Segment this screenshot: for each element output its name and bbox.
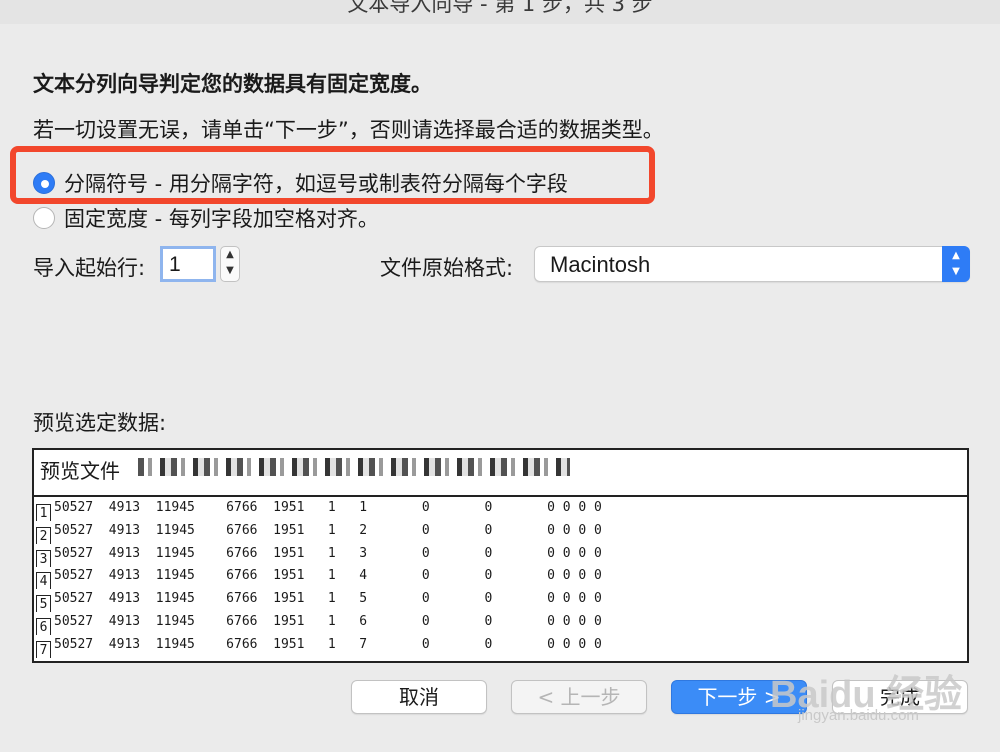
wizard-heading: 文本分列向导判定您的数据具有固定宽度。 <box>33 72 432 96</box>
stepper-up-icon[interactable]: ▲ <box>221 247 239 263</box>
row-text: 50527 4913 11945 6766 1951 1 5 0 0 0 0 0… <box>54 591 602 607</box>
preview-row: 5 50527 4913 11945 6766 1951 1 5 0 0 0 0… <box>34 588 949 613</box>
file-format-value: Macintosh <box>550 252 651 277</box>
row-number: 6 <box>36 617 51 635</box>
preview-file-label: 预览文件 <box>40 459 120 483</box>
watermark-url: jingyan.baidu.com <box>798 707 919 724</box>
preview-row: 2 50527 4913 11945 6766 1951 1 2 0 0 0 0… <box>34 520 949 544</box>
file-format-label: 文件原始格式: <box>380 256 514 280</box>
title-bar: 文本导入向导 - 第 1 步，共 3 步 <box>0 0 1000 24</box>
fixed-width-option[interactable]: 固定宽度 - 每列字段加空格对齐。 <box>33 203 379 233</box>
preview-label: 预览选定数据: <box>33 411 167 435</box>
window-title: 文本导入向导 - 第 1 步，共 3 步 <box>347 0 653 16</box>
preview-panel[interactable]: 预览文件 1 50527 4913 11945 6766 1951 1 1 0 … <box>32 448 969 663</box>
baidu-watermark: Baidu 经验 jingyan.baidu.com <box>770 645 970 735</box>
stepper-down-icon[interactable]: ▼ <box>221 263 239 279</box>
file-format-select[interactable]: Macintosh ▲ ▼ <box>534 246 970 282</box>
fixed-width-radio[interactable] <box>33 207 55 229</box>
preview-row: 3 50527 4913 11945 6766 1951 1 3 0 0 0 0… <box>34 543 949 567</box>
row-number: 4 <box>36 572 51 590</box>
wizard-instruction: 若一切设置无误，请单击“下一步”，否则请选择最合适的数据类型。 <box>33 118 664 142</box>
preview-row: 6 50527 4913 11945 6766 1951 1 6 0 0 0 0… <box>34 611 949 635</box>
row-number: 5 <box>36 595 51 613</box>
row-number: 2 <box>36 526 51 544</box>
preview-row: 4 50527 4913 11945 6766 1951 1 4 0 0 0 0… <box>34 565 949 590</box>
preview-row: 1 50527 4913 11945 6766 1951 1 1 0 0 0 0… <box>34 497 949 521</box>
import-start-label: 导入起始行: <box>33 256 146 280</box>
cancel-button[interactable]: 取消 <box>351 680 487 714</box>
fixed-width-label: 固定宽度 - 每列字段加空格对齐。 <box>64 207 379 231</box>
back-button[interactable]: < 上一步 <box>511 680 647 714</box>
row-text: 50527 4913 11945 6766 1951 1 7 0 0 0 0 0… <box>54 636 602 652</box>
row-number: 3 <box>36 549 51 567</box>
preview-rows: 1 50527 4913 11945 6766 1951 1 1 0 0 0 0… <box>34 497 949 661</box>
import-start-stepper[interactable]: ▲ ▼ <box>220 246 240 282</box>
row-text: 50527 4913 11945 6766 1951 1 2 0 0 0 0 0… <box>54 522 602 538</box>
row-text: 50527 4913 11945 6766 1951 1 6 0 0 0 0 0… <box>54 613 602 629</box>
import-start-input[interactable]: 1 <box>160 246 216 282</box>
row-number: 7 <box>36 640 51 658</box>
row-text: 50527 4913 11945 6766 1951 1 1 0 0 0 0 0… <box>54 500 602 515</box>
row-number: 1 <box>36 504 51 521</box>
redacted-file-path <box>138 458 570 476</box>
annotation-highlight-box <box>10 146 655 204</box>
row-text: 50527 4913 11945 6766 1951 1 3 0 0 0 0 0… <box>54 545 602 561</box>
select-updown-icon[interactable]: ▲ ▼ <box>942 246 970 282</box>
row-text: 50527 4913 11945 6766 1951 1 4 0 0 0 0 0… <box>54 568 602 584</box>
preview-header: 预览文件 <box>34 450 967 497</box>
